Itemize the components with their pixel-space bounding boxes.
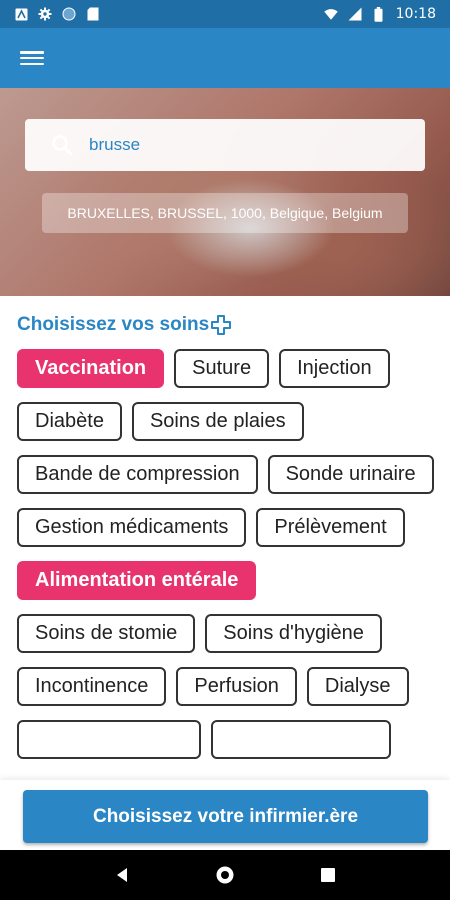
care-chip[interactable]: Prélèvement: [256, 508, 405, 547]
care-chip[interactable]: Perfusion: [176, 667, 297, 706]
care-chip[interactable]: Gestion médicaments: [17, 508, 247, 547]
home-icon[interactable]: [210, 860, 240, 890]
care-chip[interactable]: Soins d'hygiène: [205, 614, 382, 653]
settings-gear-icon: [38, 7, 52, 21]
care-chip-partial[interactable]: [17, 720, 201, 759]
choose-nurse-button[interactable]: Choisissez votre infirmier.ère: [23, 790, 428, 843]
search-input[interactable]: [89, 135, 389, 155]
address-suggestion[interactable]: BRUXELLES, BRUSSEL, 1000, Belgique, Belg…: [42, 193, 408, 233]
cell-signal-icon: [348, 7, 362, 21]
app-notification-icon: [14, 7, 28, 21]
care-selection-panel: Choisissez vos soins Vaccination Suture In…: [0, 296, 450, 780]
medical-cross-icon: [211, 315, 232, 335]
care-chip[interactable]: Soins de plaies: [131, 402, 304, 441]
hero-banner: BRUXELLES, BRUSSEL, 1000, Belgique, Belg…: [0, 88, 450, 296]
care-chip-list: Vaccination Suture Injection Diabète Soins d…: [17, 349, 442, 759]
wifi-icon: [323, 7, 338, 21]
care-chip[interactable]: Soins de stomie: [17, 614, 196, 653]
care-chip[interactable]: Incontinence: [17, 667, 167, 706]
clock: 10:18: [395, 6, 436, 22]
system-nav-bar: [0, 850, 450, 900]
search-box[interactable]: [25, 119, 425, 171]
circle-status-icon: [62, 7, 76, 21]
care-chip[interactable]: Dialyse: [306, 667, 409, 706]
section-title-text: Choisissez vos soins: [17, 314, 210, 335]
care-chip[interactable]: Alimentation entérale: [17, 561, 257, 600]
status-bar: 10:18: [0, 0, 450, 28]
care-chip[interactable]: Suture: [174, 349, 270, 388]
care-chip-partial[interactable]: [211, 720, 391, 759]
back-icon[interactable]: [107, 860, 137, 890]
hamburger-menu-icon[interactable]: [20, 48, 44, 68]
care-chip[interactable]: Injection: [279, 349, 390, 388]
care-chip[interactable]: Diabète: [17, 402, 122, 441]
section-title: Choisissez vos soins: [17, 314, 232, 336]
status-notifications: [14, 7, 100, 21]
care-chip[interactable]: Vaccination: [17, 349, 165, 388]
sd-card-icon: [86, 7, 100, 21]
care-chip[interactable]: Bande de compression: [17, 455, 258, 494]
app-bar: [0, 28, 450, 88]
search-icon: [52, 135, 73, 156]
footer: Choisissez votre infirmier.ère: [0, 780, 450, 850]
battery-icon: [372, 6, 386, 22]
care-chip[interactable]: Sonde urinaire: [267, 455, 434, 494]
recents-icon[interactable]: [313, 860, 343, 890]
